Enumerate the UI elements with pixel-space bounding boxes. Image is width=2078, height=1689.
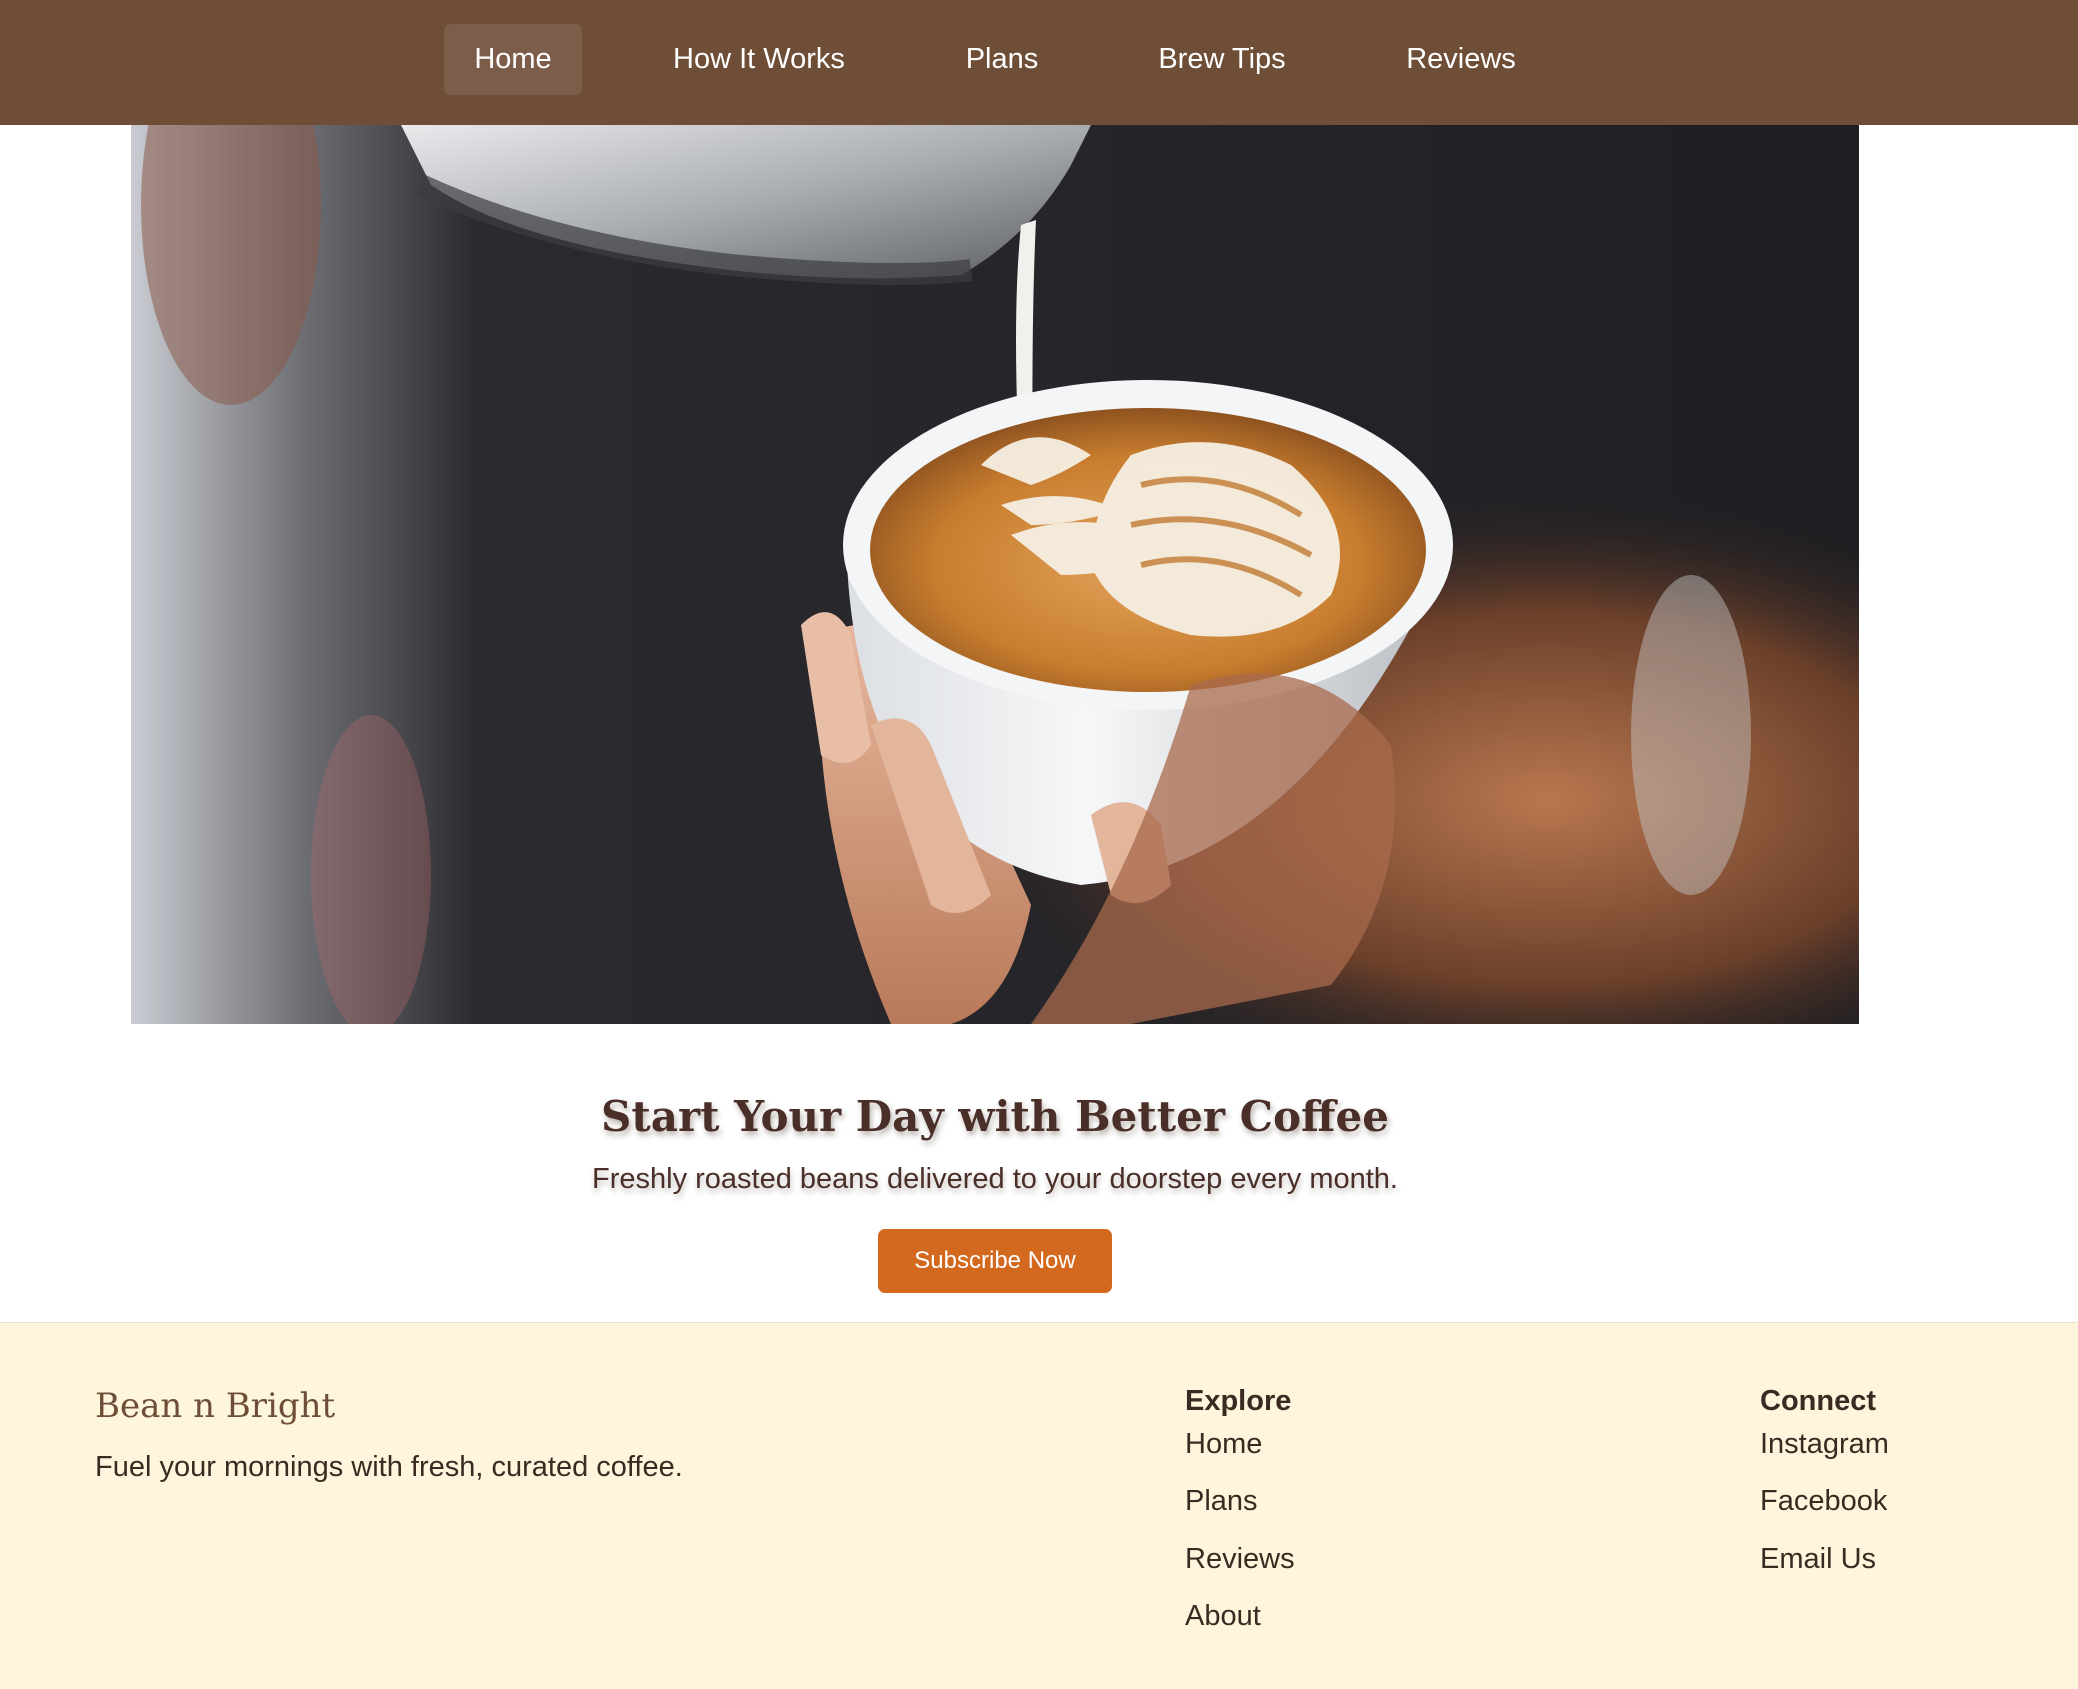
- footer-link-email-us[interactable]: Email Us: [1760, 1543, 1876, 1576]
- footer-brand: Bean n Bright: [95, 1386, 336, 1426]
- footer-link-home[interactable]: Home: [1185, 1428, 1262, 1461]
- site-footer: Bean n Bright Fuel your mornings with fr…: [0, 1322, 2078, 1689]
- nav-item-brew-tips[interactable]: Brew Tips: [1134, 24, 1310, 95]
- footer-link-facebook[interactable]: Facebook: [1760, 1485, 1887, 1518]
- top-nav: Home How It Works Plans Brew Tips Review…: [0, 0, 2078, 125]
- footer-link-reviews[interactable]: Reviews: [1185, 1543, 1295, 1576]
- nav-item-reviews[interactable]: Reviews: [1378, 24, 1544, 95]
- nav-item-home[interactable]: Home: [444, 24, 582, 95]
- hero-title: Start Your Day with Better Coffee: [601, 1092, 1389, 1141]
- footer-tagline: Fuel your mornings with fresh, curated c…: [95, 1451, 683, 1483]
- hero-image: [131, 125, 1859, 1024]
- nav-item-plans[interactable]: Plans: [940, 24, 1064, 95]
- footer-link-instagram[interactable]: Instagram: [1760, 1428, 1889, 1461]
- footer-link-about[interactable]: About: [1185, 1600, 1261, 1633]
- subscribe-now-button[interactable]: Subscribe Now: [878, 1229, 1112, 1293]
- footer-explore-heading: Explore: [1185, 1385, 1292, 1417]
- footer-connect-heading: Connect: [1760, 1385, 1876, 1417]
- hero-subtitle: Freshly roasted beans delivered to your …: [592, 1163, 1398, 1195]
- nav-item-how-it-works[interactable]: How It Works: [650, 24, 868, 95]
- footer-link-plans[interactable]: Plans: [1185, 1485, 1258, 1518]
